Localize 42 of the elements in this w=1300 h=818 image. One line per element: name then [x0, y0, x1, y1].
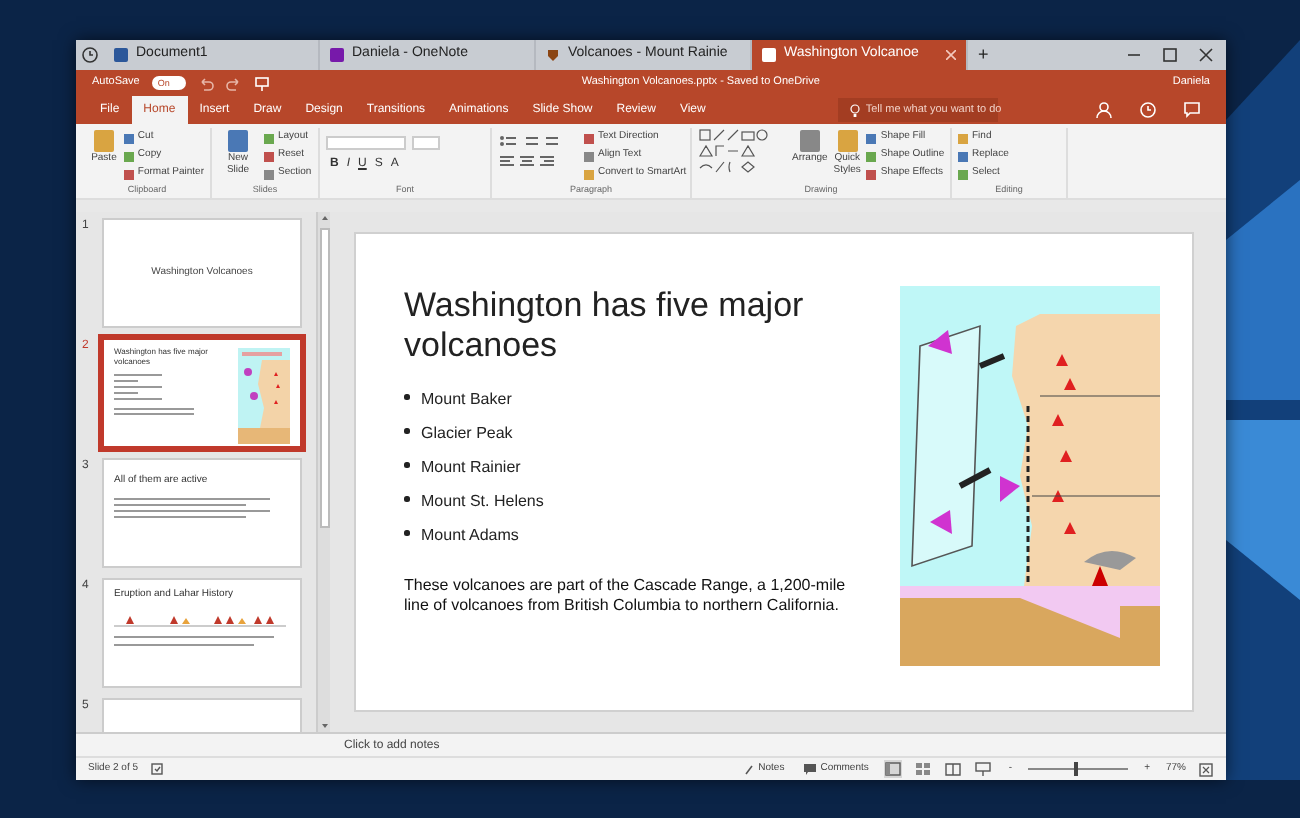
- notes-icon: [744, 763, 755, 775]
- redo-icon[interactable]: [225, 75, 242, 91]
- bullet-item: Glacier Peak: [404, 421, 872, 446]
- thumbnail-text-drawing: [114, 373, 194, 418]
- app-icon: [114, 48, 128, 62]
- bullet-item: Mount Baker: [404, 387, 872, 412]
- bullet-icon: [404, 428, 409, 434]
- font-name-field[interactable]: [326, 136, 406, 150]
- undo-icon[interactable]: [197, 75, 214, 91]
- lightbulb-icon: [849, 103, 860, 117]
- bullet-item: Mount St. Helens: [404, 489, 872, 514]
- new-tab-button[interactable]: +: [968, 40, 999, 70]
- bullet-item: Mount Adams: [404, 523, 872, 548]
- slide-paragraph: These volcanoes are part of the Cascade Range, a 1,200-mile line of volcanoes from British Columbia to northern California.: [404, 575, 848, 618]
- share-person-icon[interactable]: [1094, 100, 1114, 120]
- presenter-icon[interactable]: [253, 75, 270, 91]
- command-icon: [835, 128, 860, 154]
- app-icon: [762, 48, 776, 62]
- scrollbar-thumb[interactable]: [319, 228, 329, 528]
- command-icon: [226, 128, 250, 154]
- normal-view-icon[interactable]: [884, 760, 903, 778]
- app-icon: [330, 48, 344, 62]
- slide-sorter-icon[interactable]: [914, 760, 933, 778]
- bullet-icon: [404, 394, 409, 400]
- comment-icon[interactable]: [1182, 100, 1202, 120]
- font-size-field[interactable]: [412, 136, 440, 150]
- close-icon[interactable]: [946, 50, 956, 60]
- reading-view-icon[interactable]: [944, 760, 963, 778]
- bullet-item: Mount Rainier: [404, 455, 872, 480]
- accessibility-check-icon[interactable]: [150, 762, 165, 776]
- bullet-icon: [404, 462, 409, 468]
- bullet-icon: [404, 530, 409, 536]
- bullet-icon: [404, 496, 409, 502]
- fit-to-window-icon[interactable]: [1198, 761, 1214, 777]
- command-icon: [91, 128, 116, 154]
- slideshow-icon[interactable]: [974, 760, 993, 778]
- shield-icon: [546, 48, 560, 62]
- slide-title: Washington has five major volcanoes: [404, 286, 806, 368]
- zoom-slider-thumb[interactable]: [1073, 762, 1078, 776]
- command-icon: [797, 128, 822, 154]
- history-icon[interactable]: [1138, 100, 1158, 120]
- comment-icon: [804, 763, 817, 775]
